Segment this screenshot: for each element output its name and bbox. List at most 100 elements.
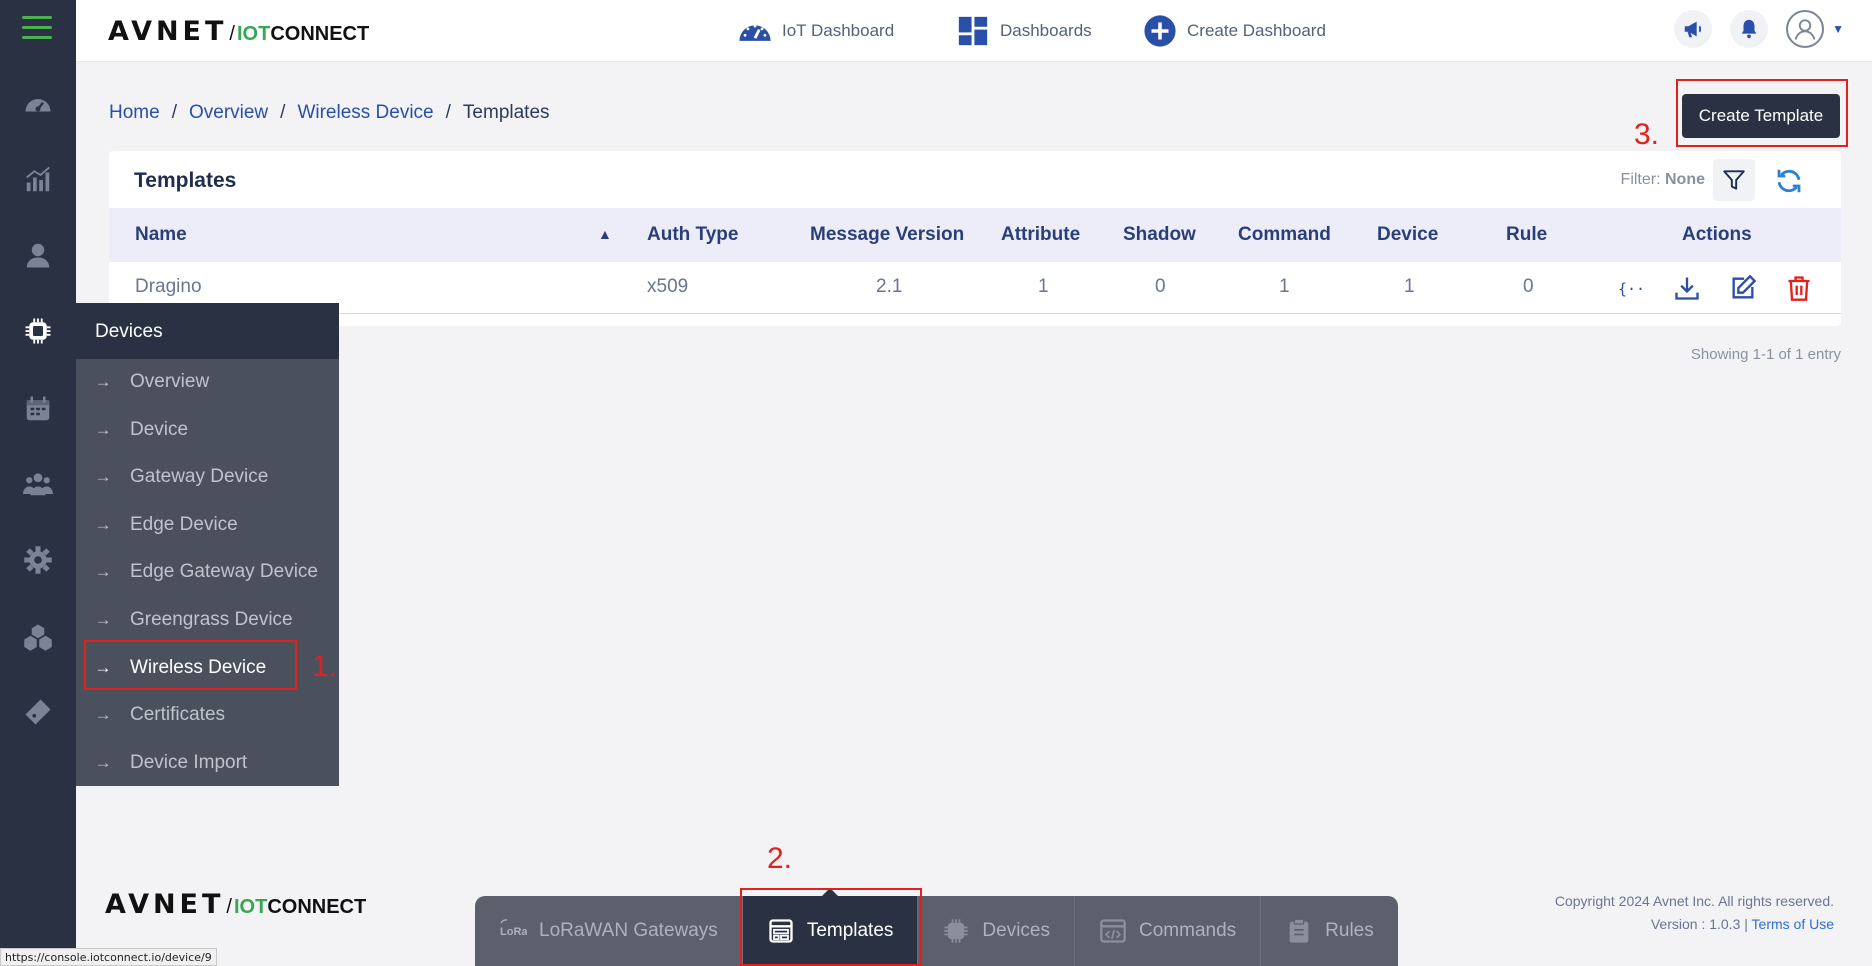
code-window-icon [1100, 919, 1126, 943]
filter-icon[interactable] [1713, 159, 1755, 201]
svg-text:{···}: {···} [1618, 280, 1645, 298]
column-message-version[interactable]: Message Version [810, 224, 964, 246]
flyout-item-edge-gateway-device[interactable]: → Edge Gateway Device [76, 553, 339, 591]
users-group-icon[interactable] [19, 465, 57, 503]
filter-value: None [1665, 171, 1705, 188]
user-icon[interactable] [19, 236, 57, 274]
nav-iot-dashboard[interactable]: IoT Dashboard [738, 14, 894, 48]
nav-iot-dashboard-label: IoT Dashboard [782, 21, 895, 40]
settings-gear-icon[interactable] [19, 541, 57, 579]
logo-iot: IOT [236, 23, 271, 45]
flyout-title: Devices [76, 303, 339, 359]
dashboard-grid-icon [958, 16, 988, 46]
flyout-item-gateway-device[interactable]: → Gateway Device [76, 458, 339, 496]
breadcrumb-wireless-device[interactable]: Wireless Device [297, 102, 433, 124]
breadcrumb-separator: / [280, 102, 286, 123]
bottom-quick-bar: LoRa LoRaWAN Gateways Templates Devices … [475, 888, 1398, 966]
delete-icon[interactable] [1785, 274, 1813, 302]
flyout-item-label: Overview [130, 371, 210, 392]
nav-dashboards-label: Dashboards [1000, 21, 1092, 40]
calendar-icon[interactable] [19, 390, 57, 428]
breadcrumb-home[interactable]: Home [109, 102, 160, 124]
flyout-item-label: Device [130, 419, 189, 440]
dashboard-speedometer-icon[interactable] [19, 85, 57, 123]
json-view-icon[interactable]: {···} [1617, 274, 1663, 302]
bottom-item-commands[interactable]: Commands [1075, 896, 1262, 966]
footer-copyright: Copyright 2024 Avnet Inc. All rights res… [1555, 890, 1834, 936]
column-rule[interactable]: Rule [1506, 224, 1547, 246]
user-avatar-icon[interactable] [1786, 10, 1825, 48]
bottom-item-devices[interactable]: Devices [918, 896, 1075, 966]
cell-shadow: 0 [1155, 276, 1166, 297]
plus-circle-icon [1144, 15, 1176, 47]
caret-down-icon[interactable]: ▼ [1832, 22, 1844, 36]
hamburger-menu-icon[interactable] [22, 16, 52, 42]
cell-message-version: 2.1 [876, 276, 903, 297]
column-auth-type[interactable]: Auth Type [647, 224, 738, 246]
card-title: Templates [134, 169, 237, 192]
nav-dashboards[interactable]: Dashboards [956, 14, 1092, 48]
edit-icon[interactable] [1729, 274, 1757, 302]
flyout-item-device-import[interactable]: → Device Import [76, 744, 339, 782]
arrow-right-icon: → [94, 705, 112, 724]
arrow-right-icon: → [94, 515, 112, 534]
left-rail [0, 0, 76, 966]
download-icon[interactable] [1673, 274, 1701, 302]
flyout-item-label: Device Import [130, 752, 248, 773]
lora-icon: LoRa [500, 919, 527, 938]
annotation-number-3: 3. [1634, 118, 1660, 151]
megaphone-icon[interactable] [1674, 10, 1713, 48]
cubes-icon[interactable] [19, 618, 57, 656]
bottom-item-rules[interactable]: Rules [1261, 896, 1398, 966]
version-text: Version : 1.0.3 | [1650, 916, 1748, 932]
column-name[interactable]: Name [135, 224, 187, 246]
column-command[interactable]: Command [1238, 224, 1331, 246]
bottom-item-label: Devices [982, 920, 1050, 941]
table-row: Dragino x509 2.1 1 0 1 1 0 {···} [109, 262, 1841, 314]
column-device[interactable]: Device [1377, 224, 1438, 246]
sort-asc-icon[interactable]: ▲ [598, 226, 612, 242]
cell-auth-type: x509 [647, 276, 689, 297]
speedometer-icon [739, 24, 771, 41]
devices-flyout-menu: Devices → Overview → Device → Gateway Devic… [76, 303, 339, 786]
avnet-iotconnect-logo[interactable]: AVNET / IOT CONNECT [108, 16, 369, 47]
top-header: AVNET / IOT CONNECT IoT Dashboard Dashbo… [76, 0, 1872, 62]
breadcrumb-templates: Templates [462, 102, 550, 123]
arrow-right-icon: → [94, 420, 112, 439]
flyout-item-device[interactable]: → Device [76, 411, 339, 449]
ticket-icon[interactable] [19, 693, 57, 731]
logo-connect: CONNECT [270, 23, 370, 45]
bottom-item-lorawan-gateways[interactable]: LoRa LoRaWAN Gateways [475, 896, 743, 966]
terms-of-use-link[interactable]: Terms of Use [1752, 916, 1834, 932]
breadcrumb-overview[interactable]: Overview [189, 102, 268, 124]
cell-name[interactable]: Dragino [135, 276, 202, 298]
logo-connect: CONNECT [267, 896, 367, 918]
table-header: Name ▲ Auth Type Message Version Attribu… [109, 208, 1841, 262]
device-chip-icon[interactable] [19, 312, 57, 350]
header-actions: ▼ [1674, 10, 1844, 48]
breadcrumb-separator: / [171, 102, 177, 123]
svg-text:LoRa: LoRa [500, 926, 527, 938]
logo-slash: / [229, 23, 235, 45]
annotation-box-3 [1676, 79, 1848, 147]
arrow-right-icon: → [94, 467, 112, 486]
refresh-icon[interactable] [1771, 163, 1807, 199]
flyout-item-certificates[interactable]: → Certificates [76, 696, 339, 734]
column-attribute[interactable]: Attribute [1001, 224, 1080, 246]
analytics-chart-icon[interactable] [19, 161, 57, 199]
nav-create-dashboard[interactable]: Create Dashboard [1143, 14, 1326, 48]
column-shadow[interactable]: Shadow [1123, 224, 1196, 246]
annotation-box-2 [740, 888, 922, 966]
flyout-item-edge-device[interactable]: → Edge Device [76, 506, 339, 544]
bottom-item-label: LoRaWAN Gateways [539, 920, 718, 941]
flyout-item-overview[interactable]: → Overview [76, 363, 339, 401]
nav-create-dashboard-label: Create Dashboard [1187, 21, 1326, 40]
flyout-item-label: Certificates [130, 704, 226, 725]
annotation-number-2: 2. [767, 842, 793, 875]
flyout-item-greengrass-device[interactable]: → Greengrass Device [76, 601, 339, 639]
arrow-right-icon: → [94, 753, 112, 772]
bottom-item-label: Rules [1325, 920, 1374, 941]
bell-icon[interactable] [1730, 10, 1769, 48]
filter-label: Filter: [1620, 171, 1661, 188]
annotation-number-1: 1. [312, 650, 338, 683]
